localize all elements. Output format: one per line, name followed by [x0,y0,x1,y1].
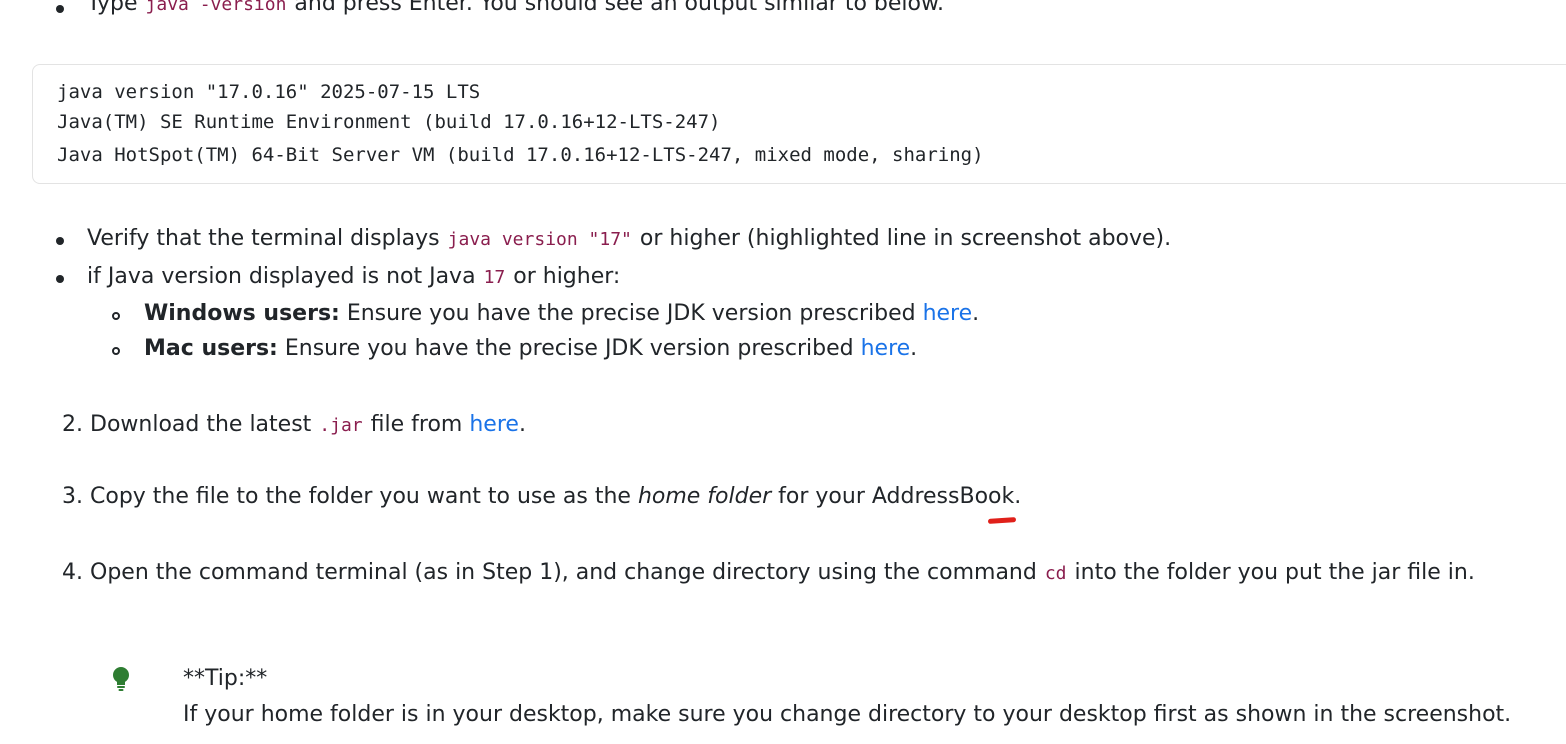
inline-code: 17 [483,267,506,288]
annotation-mark [987,517,1017,524]
inline-code: .jar [319,415,363,436]
step-number: 4. [62,560,83,585]
step-3: 3. Copy the file to the folder you want … [62,484,1022,509]
list-item-verify: Verify that the terminal displays java ve… [87,226,1172,251]
tip-text: If your home folder is in your desktop, … [183,702,1512,727]
code-line: java version "17.0.16" 2025-07-15 LTS [57,81,481,103]
list-item-type-command: Type java -version and press Enter. You sh… [87,0,944,16]
windows-jdk-link[interactable]: here [923,301,973,326]
list-item-if-java: if Java version displayed is not Java 17 o… [87,264,621,289]
bullet [56,275,64,283]
step-number: 2. [62,412,83,437]
step-4: 4. Open the command terminal (as in Step… [62,560,1475,585]
sub-bullet [112,347,120,355]
code-line: Java(TM) SE Runtime Environment (build 1… [57,111,721,133]
bullet [56,237,64,245]
inline-code: java version "17" [447,229,632,250]
inline-code: cd [1044,563,1067,584]
lightbulb-icon [110,666,132,692]
tip-heading: **Tip:** [183,666,268,691]
step-number: 3. [62,484,83,509]
inline-code: java -version [145,0,287,15]
step-2: 2. Download the latest .jar file from here… [62,412,526,437]
bullet [56,5,64,13]
code-output-block: java version "17.0.16" 2025-07-15 LTS Ja… [32,64,1566,184]
mac-jdk-link[interactable]: here [861,336,911,361]
sub-bullet [112,312,120,320]
list-item-mac: Mac users: Ensure you have the precise J… [144,336,918,361]
code-line: Java HotSpot(TM) 64-Bit Server VM (build… [57,144,984,166]
jar-download-link[interactable]: here [469,412,519,437]
list-item-windows: Windows users: Ensure you have the preci… [144,301,980,326]
